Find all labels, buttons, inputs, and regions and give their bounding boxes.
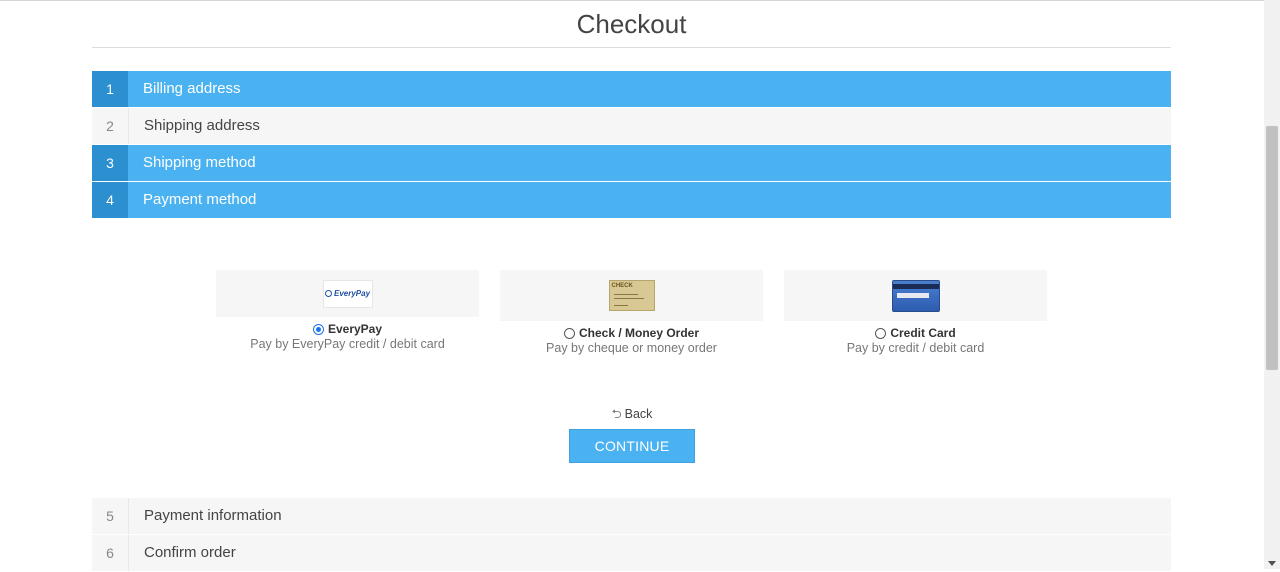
scrollbar-thumb[interactable] xyxy=(1266,126,1278,370)
step-label: Payment method xyxy=(143,191,257,208)
step-payment-method[interactable]: 4 Payment method xyxy=(92,182,1171,218)
step-number: 4 xyxy=(92,182,128,218)
step-confirm-order[interactable]: 6 Confirm order xyxy=(92,535,1171,571)
scroll-down-arrow-icon[interactable] xyxy=(1268,561,1276,566)
step-label: Confirm order xyxy=(144,544,236,561)
step-billing-address[interactable]: 1 Billing address xyxy=(92,71,1171,107)
payment-option-name[interactable]: EveryPay xyxy=(216,322,479,336)
everypay-logo-icon: EveryPay xyxy=(322,279,373,308)
remaining-steps: 5 Payment information 6 Confirm order xyxy=(92,498,1171,572)
vertical-scrollbar[interactable] xyxy=(1264,0,1280,569)
payment-method-list: EveryPay EveryPay Pay by EveryPay credit… xyxy=(216,270,1047,370)
step-label: Shipping method xyxy=(143,154,256,171)
checkout-page: Checkout 1 Billing address 2 Shipping ad… xyxy=(92,0,1171,219)
step-payment-information[interactable]: 5 Payment information xyxy=(92,498,1171,534)
payment-option-credit-card[interactable]: Credit Card Pay by credit / debit card xyxy=(784,270,1047,355)
payment-option-description: Pay by cheque or money order xyxy=(546,341,717,355)
everypay-radio[interactable] xyxy=(312,323,324,335)
payment-logo-box xyxy=(784,270,1047,321)
payment-option-everypay[interactable]: EveryPay EveryPay Pay by EveryPay credit… xyxy=(216,270,479,351)
step-number: 2 xyxy=(92,108,129,144)
back-link[interactable]: ⮌ Back xyxy=(0,405,1264,426)
payment-option-description: Pay by credit / debit card xyxy=(846,341,985,355)
back-arrow-icon: ⮌ xyxy=(611,407,622,421)
credit-card-logo-icon xyxy=(891,279,940,312)
payment-option-label: Credit Card xyxy=(890,326,956,340)
step-number: 3 xyxy=(92,145,128,181)
payment-option-check[interactable]: CHECK Check / Money Order Pay by cheque … xyxy=(500,270,763,355)
step-label: Payment information xyxy=(144,507,282,524)
step-number: 1 xyxy=(92,71,128,107)
page-title: Checkout xyxy=(92,0,1171,48)
payment-option-description: Pay by EveryPay credit / debit card xyxy=(250,337,445,351)
step-label: Shipping address xyxy=(144,117,260,134)
continue-button[interactable]: CONTINUE xyxy=(569,429,695,463)
payment-logo-box: EveryPay xyxy=(216,270,479,317)
payment-option-name[interactable]: Credit Card xyxy=(784,326,1047,340)
check-radio[interactable] xyxy=(563,327,575,339)
back-label: Back xyxy=(624,407,653,421)
step-shipping-address[interactable]: 2 Shipping address xyxy=(92,108,1171,144)
payment-option-name[interactable]: Check / Money Order xyxy=(500,326,763,340)
checkout-steps: 1 Billing address 2 Shipping address 3 S… xyxy=(92,71,1171,218)
credit-card-radio[interactable] xyxy=(875,327,887,339)
step-label: Billing address xyxy=(143,80,241,97)
payment-option-label: Check / Money Order xyxy=(578,326,700,340)
payment-option-label: EveryPay xyxy=(327,322,383,336)
check-logo-icon: CHECK xyxy=(608,280,655,311)
payment-logo-box: CHECK xyxy=(500,270,763,321)
step-shipping-method[interactable]: 3 Shipping method xyxy=(92,145,1171,181)
step-number: 6 xyxy=(92,535,129,571)
step-number: 5 xyxy=(92,498,129,534)
